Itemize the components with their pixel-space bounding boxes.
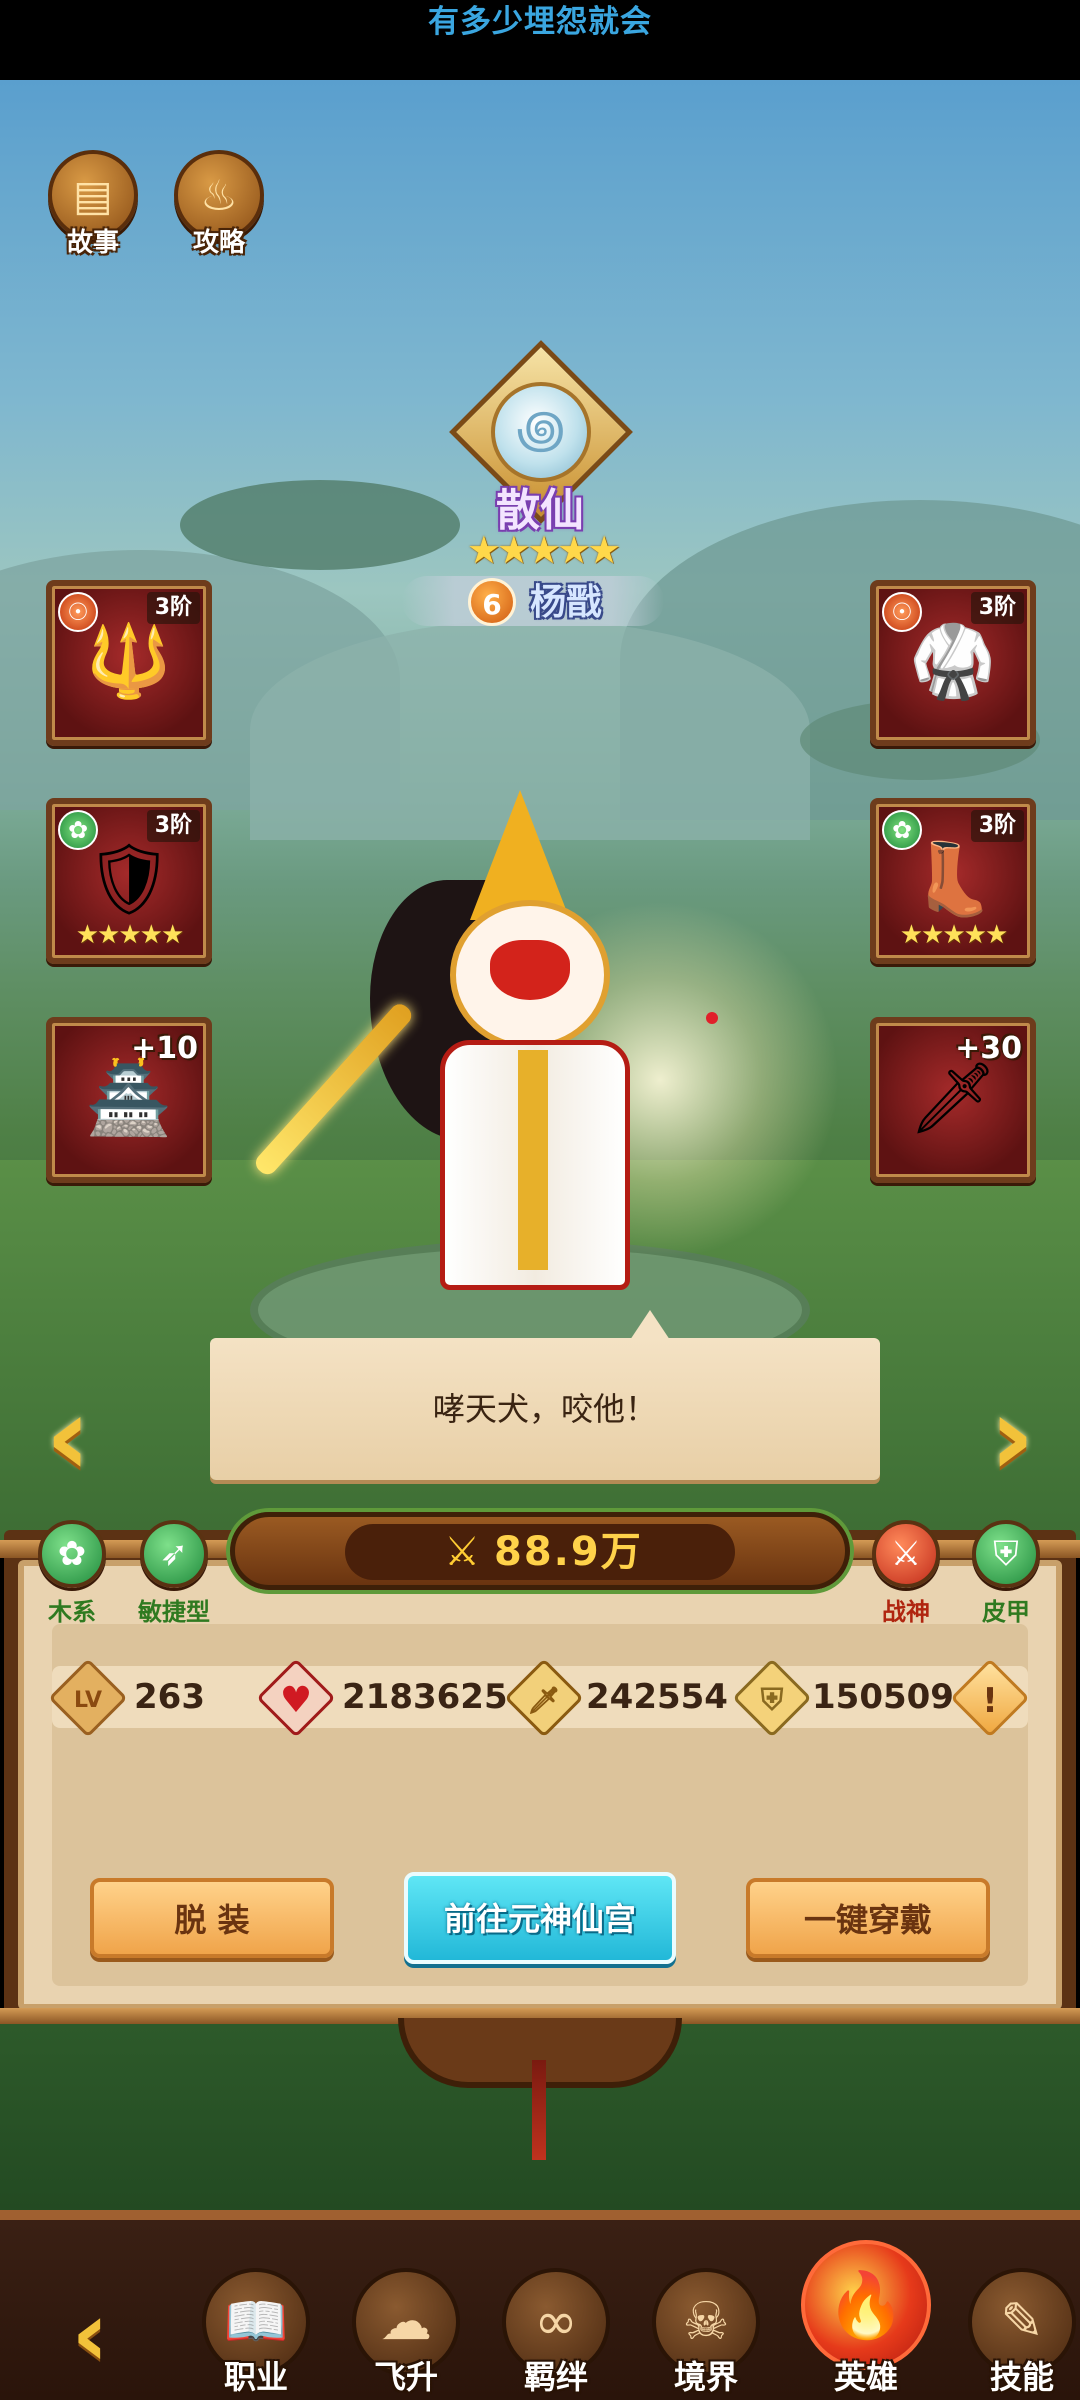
speech-bubble: 哮天犬，咬他！ xyxy=(210,1310,880,1480)
goto-palace-button[interactable]: 前往元神仙宫 xyxy=(404,1872,676,1964)
crossed-swords-icon: ⚔ xyxy=(890,1534,922,1574)
book-stack-icon: ▤ xyxy=(73,171,113,220)
equip-stars: ★★★★★ xyxy=(75,920,185,950)
lotus-icon: ✿ xyxy=(57,1534,87,1574)
prev-hero-arrow[interactable]: ‹ xyxy=(18,1376,118,1496)
nav-label: 英雄 xyxy=(833,2358,898,2396)
chevron-left-icon: ‹ xyxy=(45,1372,91,1500)
unequip-button[interactable]: 脱 装 xyxy=(90,1878,334,1958)
combat-power-value: 88.9万 xyxy=(494,1529,643,1575)
story-label: 故事 xyxy=(66,228,119,258)
nav-label: 境界 xyxy=(673,2358,738,2396)
banner-title: 有多少埋怨就会 xyxy=(428,4,652,40)
nav-circle: 🔥 xyxy=(801,2240,931,2370)
element-label: 木系 xyxy=(48,1598,96,1626)
pagoda-icon: 🏯 xyxy=(85,1057,173,1139)
nav-label: 技能 xyxy=(989,2358,1054,2396)
nav-tab-hero[interactable]: 🔥 英雄 xyxy=(801,2240,931,2398)
equip-slot-chest[interactable]: ☉ 3阶 🥋 xyxy=(870,580,1036,746)
hero-mask xyxy=(490,940,570,1000)
background-tree xyxy=(180,480,460,570)
flame-icon: ♨ xyxy=(200,171,238,220)
top-banner: 有多少埋怨就会 xyxy=(0,0,1080,80)
agility-icon: ➶ xyxy=(159,1534,189,1574)
equip-slot-boots[interactable]: ✿ 3阶 👢 ★★★★★ xyxy=(870,798,1036,964)
nav-tab-class[interactable]: 📖 职业 xyxy=(196,2268,316,2398)
cloud-swirl-icon: ꩜ xyxy=(516,400,566,460)
equip-stars: ★★★★★ xyxy=(899,920,1009,950)
fire-level-badge: 6 xyxy=(468,578,516,626)
next-hero-arrow[interactable]: › xyxy=(962,1376,1062,1496)
flame-icon: 🔥 xyxy=(826,2269,906,2343)
equip-slot-armor[interactable]: ✿ 3阶 🛡 ★★★★★ xyxy=(46,798,212,964)
guide-label: 攻略 xyxy=(192,228,245,258)
equip-slot-treasure[interactable]: +10 🏯 xyxy=(46,1017,212,1183)
crossed-swords-icon: ⚔ xyxy=(444,1529,480,1575)
attack-value: 242554 xyxy=(586,1677,728,1717)
chevron-right-icon: › xyxy=(989,1372,1035,1500)
speech-text: 哮天犬，咬他！ xyxy=(432,1390,657,1428)
hero-name: 杨戬 xyxy=(530,582,603,623)
nav-label: 职业 xyxy=(223,2358,288,2396)
back-button[interactable]: ‹ xyxy=(40,2290,140,2380)
nav-tab-realm[interactable]: ☠ 境界 xyxy=(646,2268,766,2398)
hero-character[interactable] xyxy=(370,790,690,1310)
boots-icon: 👢 xyxy=(909,838,997,920)
ember-particle xyxy=(706,1012,718,1024)
element-wood-badge[interactable]: ✿ xyxy=(38,1520,106,1588)
nav-tab-ascend[interactable]: ☁ 飞升 xyxy=(346,2268,466,2398)
armor-icon: ⛨ xyxy=(993,1534,1019,1574)
hp-value: 2183625 xyxy=(342,1677,508,1717)
tassel-ornament xyxy=(532,2060,546,2160)
armor-icon: 🛡 xyxy=(84,838,174,920)
nav-tab-bond[interactable]: ∞ 羁绊 xyxy=(496,2268,616,2398)
equip-slot-blade[interactable]: +30 🗡 xyxy=(870,1017,1036,1183)
nav-label: 飞升 xyxy=(373,2358,438,2396)
nav-label: 羁绊 xyxy=(523,2358,588,2396)
armor-leather-badge[interactable]: ⛨ xyxy=(972,1520,1040,1588)
level-value: 263 xyxy=(134,1677,205,1717)
type-agility-badge[interactable]: ➶ xyxy=(140,1520,208,1588)
equip-slot-weapon[interactable]: ☉ 3阶 🔱 xyxy=(46,580,212,746)
hero-sash xyxy=(518,1050,548,1270)
type-label: 敏捷型 xyxy=(138,1598,210,1626)
chest-armor-icon: 🥋 xyxy=(909,620,997,702)
blade-icon: 🗡 xyxy=(908,1057,998,1139)
hero-star-rating: ★★★★★ xyxy=(466,528,621,572)
defense-value: 150509 xyxy=(812,1677,954,1717)
equip-all-button[interactable]: 一键穿戴 xyxy=(746,1878,990,1958)
exclamation-icon: ! xyxy=(982,1681,998,1721)
armor-label: 皮甲 xyxy=(982,1598,1030,1626)
class-war-god-badge[interactable]: ⚔ xyxy=(872,1520,940,1588)
nav-tab-skill[interactable]: ✎ 技能 xyxy=(962,2268,1080,2398)
trident-icon: 🔱 xyxy=(85,620,173,702)
class-label: 战神 xyxy=(882,1598,930,1626)
